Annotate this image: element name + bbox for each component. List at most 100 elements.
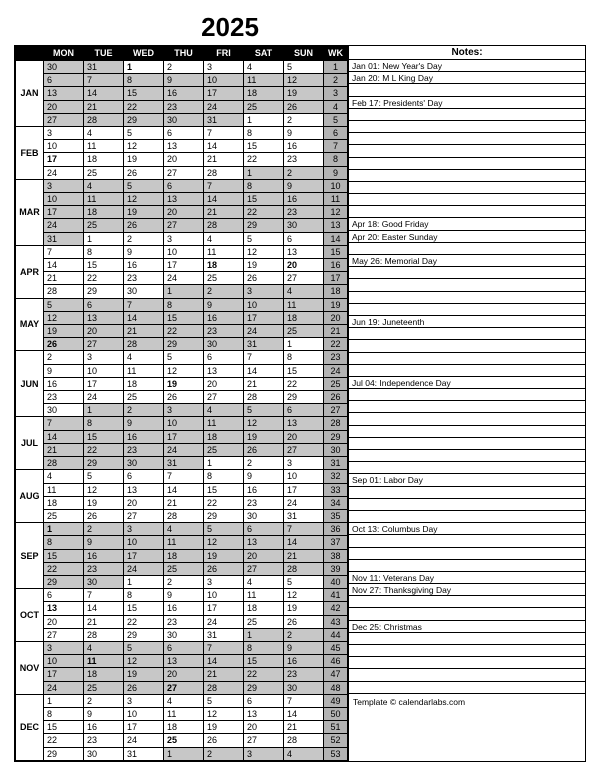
day-cell: 17 (44, 206, 84, 219)
day-cell: 18 (284, 311, 324, 324)
day-cell: 7 (44, 245, 84, 258)
day-cell: 9 (284, 127, 324, 140)
month-label: OCT (16, 589, 44, 642)
day-cell: 16 (284, 655, 324, 668)
note-line (349, 158, 585, 170)
day-cell: 25 (204, 443, 244, 456)
week-number-cell: 36 (324, 523, 348, 536)
day-cell: 11 (124, 364, 164, 377)
day-cell: 17 (204, 602, 244, 615)
week-number-cell: 31 (324, 457, 348, 470)
day-cell: 2 (44, 351, 84, 364)
week-number-cell: 20 (324, 311, 348, 324)
day-cell: 17 (44, 153, 84, 166)
week-number-cell: 19 (324, 298, 348, 311)
calendar-row: 2021222324252643 (16, 615, 348, 628)
day-cell: 14 (284, 536, 324, 549)
day-cell: 30 (284, 681, 324, 694)
day-cell: 13 (164, 655, 204, 668)
note-line (349, 243, 585, 255)
calendar-row: 1314151617181942 (16, 602, 348, 615)
day-cell: 10 (44, 140, 84, 153)
day-cell: 3 (164, 232, 204, 245)
day-cell: 31 (124, 747, 164, 760)
day-cell: 11 (84, 193, 124, 206)
header-sun: SUN (284, 47, 324, 61)
day-cell: 25 (124, 391, 164, 404)
note-line: Jun 19: Juneteenth (349, 316, 585, 328)
day-cell: 2 (284, 628, 324, 641)
day-cell: 26 (284, 615, 324, 628)
day-cell: 16 (284, 193, 324, 206)
calendar-row: 29301234540 (16, 575, 348, 588)
day-cell: 7 (204, 127, 244, 140)
note-line (349, 450, 585, 462)
calendar-row: 2122232425262730 (16, 443, 348, 456)
day-cell: 18 (204, 259, 244, 272)
day-cell: 19 (124, 153, 164, 166)
calendar-page: 2025 MON TUE WED THU FRI SAT SUN WK (0, 0, 600, 768)
day-cell: 3 (44, 127, 84, 140)
calendar-row: 1011121314151646 (16, 655, 348, 668)
day-cell: 1 (204, 457, 244, 470)
note-line (349, 535, 585, 547)
week-number-cell: 29 (324, 430, 348, 443)
note-line (349, 304, 585, 316)
day-cell: 23 (204, 325, 244, 338)
day-cell: 4 (204, 404, 244, 417)
calendar-row: 1415161718192016 (16, 259, 348, 272)
day-cell: 14 (44, 430, 84, 443)
day-cell: 27 (204, 391, 244, 404)
note-line: Dec 25: Christmas (349, 621, 585, 633)
day-cell: 27 (244, 562, 284, 575)
week-number-cell: 10 (324, 179, 348, 192)
day-cell: 25 (164, 562, 204, 575)
notes-panel: Notes: Jan 01: New Year's DayJan 20: M L… (348, 45, 586, 762)
day-cell: 1 (244, 628, 284, 641)
day-cell: 24 (204, 615, 244, 628)
week-number-cell: 25 (324, 377, 348, 390)
day-cell: 9 (284, 179, 324, 192)
day-cell: 16 (84, 549, 124, 562)
notes-header: Notes: (349, 46, 585, 60)
day-cell: 30 (44, 61, 84, 74)
day-cell: 7 (204, 179, 244, 192)
day-cell: 20 (284, 259, 324, 272)
day-cell: 16 (124, 259, 164, 272)
day-cell: 26 (124, 166, 164, 179)
calendar-row: SEP123456736 (16, 523, 348, 536)
day-cell: 28 (284, 562, 324, 575)
day-cell: 29 (164, 338, 204, 351)
day-cell: 8 (244, 179, 284, 192)
day-cell: 9 (44, 364, 84, 377)
day-cell: 3 (204, 61, 244, 74)
day-cell: 3 (244, 285, 284, 298)
note-line (349, 194, 585, 206)
day-cell: 16 (164, 602, 204, 615)
calendar-row: 89101112131450 (16, 707, 348, 720)
day-cell: 5 (284, 61, 324, 74)
day-cell: 18 (84, 153, 124, 166)
day-cell: 15 (124, 602, 164, 615)
day-cell: 15 (124, 87, 164, 100)
day-cell: 26 (124, 681, 164, 694)
month-label: MAY (16, 298, 44, 351)
day-cell: 13 (44, 602, 84, 615)
day-cell: 30 (164, 628, 204, 641)
day-cell: 17 (124, 549, 164, 562)
day-cell: 17 (244, 311, 284, 324)
day-cell: 10 (204, 589, 244, 602)
day-cell: 30 (244, 509, 284, 522)
day-cell: 13 (44, 87, 84, 100)
day-cell: 12 (284, 74, 324, 87)
day-cell: 19 (44, 325, 84, 338)
calendar-row: AUG4567891032 (16, 470, 348, 483)
day-cell: 12 (244, 417, 284, 430)
day-cell: 15 (84, 430, 124, 443)
day-cell: 19 (204, 721, 244, 734)
day-cell: 21 (84, 100, 124, 113)
week-number-cell: 7 (324, 140, 348, 153)
day-cell: 19 (204, 549, 244, 562)
note-line: Feb 17: Presidents' Day (349, 97, 585, 109)
month-label: DEC (16, 694, 44, 760)
